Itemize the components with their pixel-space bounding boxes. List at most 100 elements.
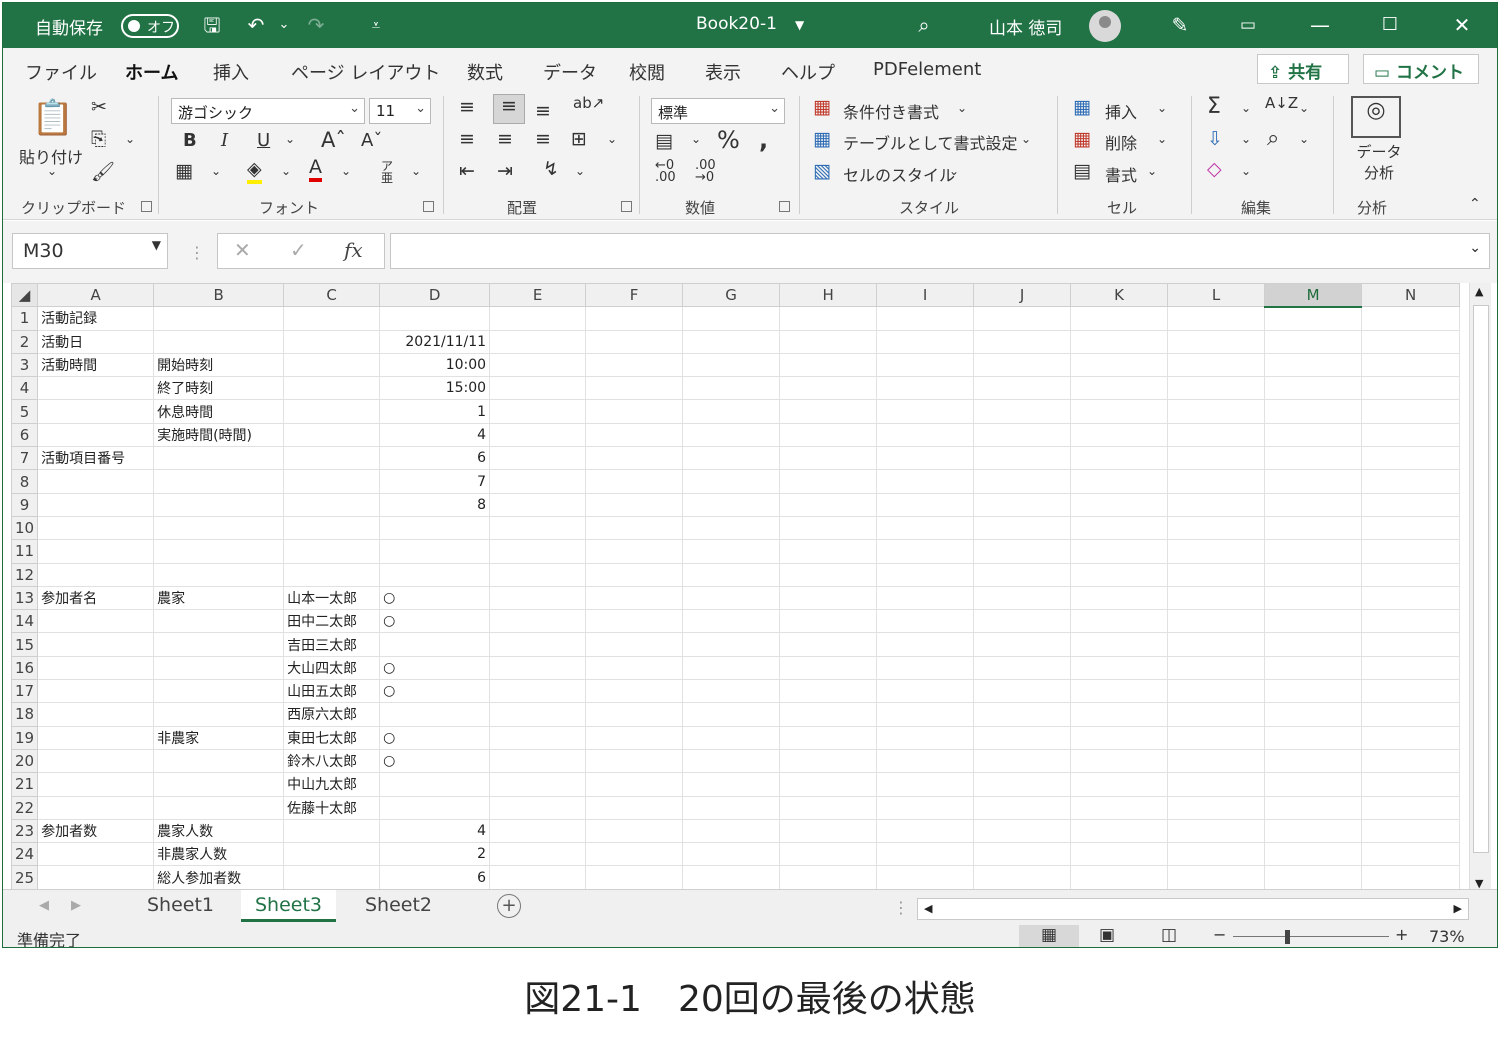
cell-j1[interactable]	[973, 306, 1072, 331]
cell-l22[interactable]	[1167, 795, 1266, 820]
align-left-icon[interactable]: ≡	[459, 128, 475, 150]
cell-l12[interactable]	[1167, 562, 1266, 587]
cell-j22[interactable]	[973, 795, 1072, 820]
cell-k6[interactable]	[1070, 422, 1169, 448]
cell-l13[interactable]	[1167, 585, 1266, 611]
format-cells-icon[interactable]: ▤	[1073, 160, 1091, 182]
cell-g9[interactable]	[682, 492, 781, 517]
cell-m12[interactable]	[1264, 562, 1363, 587]
cell-a19[interactable]	[37, 725, 155, 750]
cell-i16[interactable]	[876, 655, 975, 681]
cell-d15[interactable]	[379, 632, 491, 657]
cell-h8[interactable]	[779, 469, 878, 494]
cell-i15[interactable]	[876, 632, 975, 657]
cell-l6[interactable]	[1167, 422, 1266, 448]
cell-i13[interactable]	[876, 585, 975, 611]
cell-n7[interactable]	[1361, 446, 1461, 471]
cell-j14[interactable]	[973, 609, 1072, 634]
cell-k13[interactable]	[1070, 585, 1169, 611]
cell-h19[interactable]	[779, 725, 878, 750]
row-header[interactable]: 6	[11, 422, 39, 448]
cell-g25[interactable]	[682, 865, 781, 889]
cell-b15[interactable]	[153, 632, 285, 657]
cell-e24[interactable]	[489, 842, 587, 867]
cell-n6[interactable]	[1361, 422, 1461, 448]
cell-d2[interactable]: 2021/11/11	[379, 329, 491, 354]
cell-i5[interactable]	[876, 399, 975, 424]
cell-b20[interactable]	[153, 748, 285, 774]
cell-f23[interactable]	[585, 818, 684, 844]
format-dropdown-icon[interactable]: ⌄	[1147, 164, 1157, 178]
align-right-icon[interactable]: ≡	[535, 128, 551, 150]
cell-m25[interactable]	[1264, 865, 1363, 889]
conditional-formatting-icon[interactable]: ▦	[813, 96, 831, 118]
column-header-b[interactable]: B	[153, 283, 285, 308]
cell-c9[interactable]	[283, 492, 381, 517]
cell-h1[interactable]	[779, 306, 878, 331]
name-box-dropdown-icon[interactable]: ▼	[152, 238, 161, 252]
delete-cells-icon[interactable]: ▦	[1073, 128, 1091, 150]
cell-a9[interactable]	[37, 492, 155, 517]
cell-f7[interactable]	[585, 446, 684, 471]
cell-f18[interactable]	[585, 702, 684, 727]
maximize-icon[interactable]: ☐	[1375, 11, 1405, 39]
cell-c19[interactable]: 東田七太郎	[283, 725, 381, 750]
conditional-dropdown-icon[interactable]: ⌄	[957, 101, 967, 115]
cell-l3[interactable]	[1167, 352, 1266, 378]
cell-j3[interactable]	[973, 352, 1072, 378]
cell-l20[interactable]	[1167, 748, 1266, 774]
cell-f15[interactable]	[585, 632, 684, 657]
cell-l18[interactable]	[1167, 702, 1266, 727]
merge-center-icon[interactable]: ⊞	[571, 128, 587, 150]
column-header-j[interactable]: J	[973, 283, 1072, 308]
page-break-view-icon[interactable]: ◫	[1161, 925, 1177, 945]
cell-i14[interactable]	[876, 609, 975, 634]
cell-i2[interactable]	[876, 329, 975, 354]
cell-l24[interactable]	[1167, 842, 1266, 867]
row-header[interactable]: 11	[11, 539, 39, 564]
cell-j9[interactable]	[973, 492, 1072, 517]
cell-g14[interactable]	[682, 609, 781, 634]
save-icon[interactable]: 🖫	[197, 11, 227, 39]
cell-i18[interactable]	[876, 702, 975, 727]
cell-e7[interactable]	[489, 446, 587, 471]
cell-c13[interactable]: 山本一太郎	[283, 585, 381, 611]
cell-f20[interactable]	[585, 748, 684, 774]
name-box[interactable]: M30 ▼	[12, 233, 168, 269]
column-header-c[interactable]: C	[283, 283, 381, 308]
font-color-dropdown-icon[interactable]: ⌄	[341, 164, 351, 178]
cell-e3[interactable]	[489, 352, 587, 378]
share-button[interactable]: ⇪ 共有	[1257, 54, 1349, 84]
tab-pdfelement[interactable]: PDFelement	[873, 59, 981, 80]
cell-l25[interactable]	[1167, 865, 1266, 889]
cell-n11[interactable]	[1361, 539, 1461, 564]
cell-d21[interactable]	[379, 772, 491, 797]
sheet-tab-sheet3[interactable]: Sheet3	[241, 890, 337, 922]
cell-k22[interactable]	[1070, 795, 1169, 820]
cell-m4[interactable]	[1264, 376, 1363, 401]
underline-dropdown-icon[interactable]: ⌄	[285, 132, 295, 146]
cell-d19[interactable]: ○	[379, 725, 491, 750]
cell-i20[interactable]	[876, 748, 975, 774]
row-header[interactable]: 15	[11, 632, 39, 657]
cell-m18[interactable]	[1264, 702, 1363, 727]
cell-c20[interactable]: 鈴木八太郎	[283, 748, 381, 774]
cell-f2[interactable]	[585, 329, 684, 354]
add-sheet-icon[interactable]: +	[497, 894, 521, 918]
cell-e2[interactable]	[489, 329, 587, 354]
cell-g1[interactable]	[682, 306, 781, 331]
pen-icon[interactable]: ✎	[1165, 11, 1195, 39]
cell-d5[interactable]: 1	[379, 399, 491, 424]
cell-j8[interactable]	[973, 469, 1072, 494]
search-icon[interactable]: ⌕	[909, 11, 939, 39]
row-header[interactable]: 10	[11, 515, 39, 541]
prev-sheet-icon[interactable]: ◀	[39, 898, 49, 913]
cell-l15[interactable]	[1167, 632, 1266, 657]
cell-j18[interactable]	[973, 702, 1072, 727]
tab-home[interactable]: ホーム	[125, 59, 179, 93]
phonetic-dropdown-icon[interactable]: ⌄	[411, 164, 421, 178]
row-header[interactable]: 25	[11, 865, 39, 889]
cell-b22[interactable]	[153, 795, 285, 820]
cell-n3[interactable]	[1361, 352, 1461, 378]
cell-g2[interactable]	[682, 329, 781, 354]
